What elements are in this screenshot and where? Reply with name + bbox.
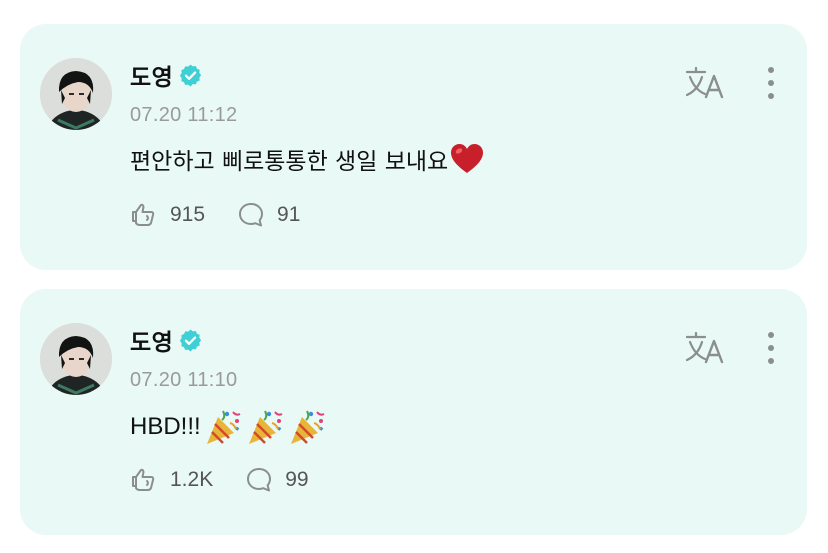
repost-icon [130,201,158,229]
post-message: HBD!!! [130,413,201,440]
author-name[interactable]: 도영 [130,58,173,92]
verified-badge-icon [178,63,203,88]
author-row: 도영 [130,58,203,92]
post-timestamp: 07.20 11:10 [130,369,238,391]
avatar[interactable] [40,58,112,130]
post-card[interactable]: 도영 07.20 11:10 HBD!!! 1.2K 99 [20,289,807,535]
repost-button[interactable]: 915 [130,201,205,229]
party-popper-icon [287,407,327,447]
comment-count: 91 [277,203,301,226]
party-popper-icon [203,407,243,447]
red-heart-icon [450,143,484,175]
translate-button[interactable] [684,64,728,104]
more-options-button[interactable] [756,329,786,369]
post-stats: 1.2K 99 [130,465,309,495]
comment-button[interactable]: 91 [237,201,300,229]
post-card[interactable]: 도영 07.20 11:12 편안하고 삐로통통한 생일 보내요 915 91 [20,24,807,270]
post-timestamp: 07.20 11:12 [130,104,238,126]
translate-icon [685,66,724,99]
more-vertical-icon [768,67,774,99]
translate-button[interactable] [684,329,728,369]
post-text: HBD!!! [130,407,327,447]
repost-button[interactable]: 1.2K [130,466,213,494]
repost-icon [130,466,158,494]
repost-count: 915 [170,203,206,226]
post-stats: 915 91 [130,200,300,230]
comment-icon [237,201,265,229]
party-popper-icon [245,407,285,447]
comment-icon [245,466,273,494]
post-message: 편안하고 삐로통통한 생일 보내요 [130,149,449,175]
author-name[interactable]: 도영 [130,323,173,357]
comment-button[interactable]: 99 [245,466,309,494]
more-options-button[interactable] [756,64,786,104]
repost-count: 1.2K [170,468,214,491]
comment-count: 99 [285,468,309,491]
verified-badge-icon [178,328,203,353]
more-vertical-icon [768,332,774,364]
translate-icon [685,331,724,364]
post-feed: 도영 07.20 11:12 편안하고 삐로통통한 생일 보내요 915 91 … [0,0,828,553]
avatar[interactable] [40,323,112,395]
post-text: 편안하고 삐로통통한 생일 보내요 [130,142,484,176]
author-row: 도영 [130,323,203,357]
